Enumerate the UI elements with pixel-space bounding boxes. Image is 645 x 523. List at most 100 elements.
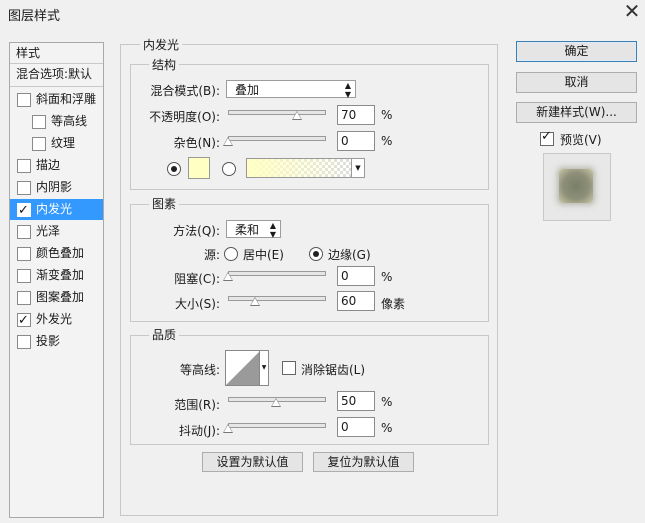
noise-slider[interactable] — [228, 136, 326, 141]
style-item[interactable]: 光泽 — [10, 221, 103, 242]
style-item-label: 等高线 — [51, 114, 88, 128]
style-item-label: 渐变叠加 — [36, 268, 85, 282]
noise-input[interactable]: 0 — [337, 131, 375, 151]
range-input[interactable]: 50 — [337, 391, 375, 411]
blend-options-item[interactable]: 混合选项:默认 — [10, 64, 103, 87]
style-item-label: 内阴影 — [36, 180, 73, 194]
jitter-slider-thumb[interactable] — [223, 424, 233, 433]
ok-button[interactable]: 确定 — [516, 41, 637, 62]
title-bar — [0, 0, 645, 26]
style-item-label: 颜色叠加 — [36, 246, 85, 260]
source-label: 源: — [203, 248, 220, 262]
style-item-label: 纹理 — [51, 136, 76, 150]
technique-select[interactable]: 柔和 ▲ ▼ — [226, 220, 281, 239]
noise-label: 杂色(N): — [173, 136, 220, 150]
opacity-unit: % — [381, 108, 393, 122]
style-item[interactable]: 外发光 — [10, 309, 103, 331]
preview-label: 预览(V) — [560, 133, 602, 147]
style-item-checkbox[interactable] — [17, 225, 31, 239]
style-item[interactable]: 图案叠加 — [10, 287, 103, 308]
style-item-checkbox[interactable] — [17, 335, 31, 349]
jitter-unit: % — [381, 421, 393, 435]
jitter-input[interactable]: 0 — [337, 417, 375, 437]
source-edge-radio[interactable] — [309, 247, 323, 261]
style-item[interactable]: 内阴影 — [10, 177, 103, 198]
style-item[interactable]: 颜色叠加 — [10, 243, 103, 264]
source-edge-label: 边缘(G) — [328, 248, 371, 262]
jitter-slider[interactable] — [228, 423, 326, 428]
jitter-label: 抖动(J): — [179, 424, 220, 438]
opacity-slider-thumb[interactable] — [292, 111, 302, 120]
blend-mode-select[interactable]: 叠加 ▲ ▼ — [226, 80, 356, 99]
make-default-button[interactable]: 设置为默认值 — [202, 452, 303, 472]
style-item[interactable]: 渐变叠加 — [10, 265, 103, 286]
antialias-label: 消除锯齿(L) — [301, 363, 366, 377]
gradient-picker[interactable] — [246, 158, 352, 178]
style-item-checkbox[interactable] — [17, 269, 31, 283]
blend-mode-label: 混合模式(B): — [150, 84, 220, 98]
size-slider[interactable] — [228, 296, 326, 301]
window-title: 图层样式 — [8, 9, 61, 24]
linear-contour-icon — [226, 351, 260, 385]
style-item-checkbox[interactable] — [17, 247, 31, 261]
style-item[interactable]: 纹理 — [10, 133, 103, 154]
updown-icon: ▲ ▼ — [344, 81, 351, 99]
new-style-button[interactable]: 新建样式(W)... — [516, 102, 637, 123]
choke-unit: % — [381, 270, 393, 284]
noise-slider-thumb[interactable] — [223, 137, 233, 146]
style-item-label: 内发光 — [36, 202, 73, 216]
style-list-header[interactable]: 样式 — [10, 43, 103, 64]
gradient-radio[interactable] — [222, 162, 236, 176]
choke-slider-thumb[interactable] — [223, 272, 233, 281]
range-slider-thumb[interactable] — [271, 398, 281, 407]
source-center-radio[interactable] — [224, 247, 238, 261]
updown-icon: ▲ ▼ — [269, 221, 276, 239]
style-item-checkbox[interactable] — [17, 159, 31, 173]
gradient-dropdown-icon[interactable]: ▼ — [351, 158, 365, 178]
style-item-label: 图案叠加 — [36, 290, 85, 304]
style-item-checkbox[interactable] — [17, 291, 31, 305]
antialias-checkbox[interactable] — [282, 361, 296, 375]
style-item[interactable]: 内发光 — [10, 199, 103, 221]
style-item-checkbox[interactable] — [17, 310, 31, 331]
style-item[interactable]: 投影 — [10, 331, 103, 352]
style-list: 样式 混合选项:默认 斜面和浮雕等高线纹理描边内阴影内发光光泽颜色叠加渐变叠加图… — [9, 42, 104, 518]
style-item-checkbox[interactable] — [32, 115, 46, 129]
style-item-label: 外发光 — [36, 312, 73, 326]
size-input[interactable]: 60 — [337, 291, 375, 311]
style-item-label: 斜面和浮雕 — [36, 92, 97, 106]
reset-default-button[interactable]: 复位为默认值 — [313, 452, 414, 472]
choke-slider[interactable] — [228, 271, 326, 276]
panel-title: 内发光 — [140, 36, 183, 53]
technique-label: 方法(Q): — [173, 224, 220, 238]
close-icon[interactable]: ✕ — [620, 0, 644, 24]
quality-title: 品质 — [149, 326, 180, 343]
technique-value: 柔和 — [235, 223, 260, 237]
solid-color-radio[interactable] — [167, 162, 181, 176]
cancel-button[interactable]: 取消 — [516, 72, 637, 93]
contour-picker[interactable] — [225, 350, 261, 386]
preview-checkbox[interactable] — [540, 129, 554, 146]
size-unit: 像素 — [381, 297, 406, 311]
style-item[interactable]: 描边 — [10, 155, 103, 176]
style-item-checkbox[interactable] — [17, 200, 31, 221]
size-label: 大小(S): — [174, 297, 220, 311]
style-item[interactable]: 等高线 — [10, 111, 103, 132]
opacity-slider[interactable] — [228, 110, 326, 115]
preview-thumbnail — [543, 153, 611, 221]
style-item-checkbox[interactable] — [17, 181, 31, 195]
contour-dropdown-icon[interactable]: ▼ — [259, 350, 269, 386]
range-label: 范围(R): — [174, 398, 220, 412]
preview-swatch — [559, 169, 593, 203]
style-item-label: 光泽 — [36, 224, 61, 238]
opacity-label: 不透明度(O): — [149, 110, 220, 124]
glow-color-swatch[interactable] — [188, 157, 210, 179]
style-item[interactable]: 斜面和浮雕 — [10, 89, 103, 110]
size-slider-thumb[interactable] — [250, 297, 260, 306]
style-item-checkbox[interactable] — [17, 93, 31, 107]
opacity-input[interactable]: 70 — [337, 105, 375, 125]
source-center-label: 居中(E) — [243, 248, 284, 262]
style-item-checkbox[interactable] — [32, 137, 46, 151]
noise-unit: % — [381, 134, 393, 148]
choke-input[interactable]: 0 — [337, 266, 375, 286]
